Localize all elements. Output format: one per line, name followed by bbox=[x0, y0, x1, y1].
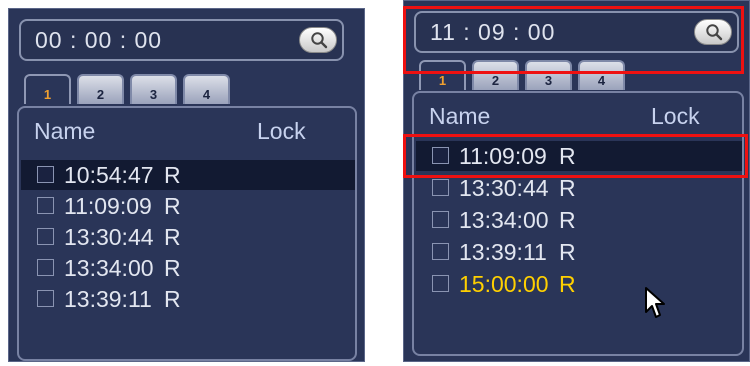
row-lock: R bbox=[559, 175, 576, 201]
row-time: 13:34:00 bbox=[64, 255, 154, 281]
list-item[interactable]: 15:00:00 R bbox=[416, 269, 742, 299]
time-input[interactable]: 00 : 00 : 00 bbox=[35, 27, 162, 54]
row-lock: R bbox=[559, 239, 576, 265]
search-button[interactable] bbox=[299, 27, 337, 53]
row-time: 15:00:00 bbox=[459, 271, 549, 297]
row-checkbox[interactable] bbox=[37, 259, 54, 276]
row-lock: R bbox=[559, 271, 576, 297]
mouse-pointer-icon bbox=[645, 287, 665, 318]
list-item[interactable]: 13:34:00 R bbox=[21, 253, 355, 283]
row-checkbox[interactable] bbox=[432, 179, 449, 196]
row-checkbox[interactable] bbox=[37, 197, 54, 214]
annotation-highlight-time bbox=[403, 6, 744, 74]
row-time: 11:09:09 bbox=[64, 193, 152, 219]
column-name-header: Name bbox=[429, 103, 491, 129]
annotation-highlight-row bbox=[403, 134, 748, 178]
tab-2[interactable]: 2 bbox=[77, 74, 124, 104]
list-header: Name Lock bbox=[414, 103, 742, 133]
row-time: 10:54:47 bbox=[64, 162, 154, 188]
list-item[interactable]: 13:34:00 R bbox=[416, 205, 742, 235]
row-time: 13:39:11 bbox=[459, 239, 547, 265]
file-list[interactable]: Name Lock 10:54:47 R 11:09:09 R 13:30:44… bbox=[17, 106, 357, 361]
tab-3[interactable]: 3 bbox=[130, 74, 177, 104]
list-item[interactable]: 13:30:44 R bbox=[21, 222, 355, 252]
search-icon bbox=[311, 32, 328, 49]
tab-4[interactable]: 4 bbox=[183, 74, 230, 104]
time-search-field[interactable]: 00 : 00 : 00 bbox=[19, 19, 344, 61]
row-lock: R bbox=[559, 207, 576, 233]
row-checkbox[interactable] bbox=[37, 290, 54, 307]
row-lock: R bbox=[164, 255, 181, 281]
list-item[interactable]: 13:39:11 R bbox=[416, 237, 742, 267]
column-lock-header: Lock bbox=[257, 118, 306, 144]
row-time: 13:39:11 bbox=[64, 286, 152, 312]
row-time: 13:30:44 bbox=[64, 224, 154, 250]
row-lock: R bbox=[164, 193, 181, 219]
row-checkbox[interactable] bbox=[37, 228, 54, 245]
row-lock: R bbox=[164, 162, 181, 188]
column-lock-header: Lock bbox=[651, 103, 700, 129]
row-checkbox[interactable] bbox=[37, 166, 54, 183]
row-checkbox[interactable] bbox=[432, 211, 449, 228]
list-item[interactable]: 13:39:11 R bbox=[21, 284, 355, 314]
row-time: 13:30:44 bbox=[459, 175, 549, 201]
row-lock: R bbox=[164, 224, 181, 250]
list-item[interactable]: 10:54:47 R bbox=[21, 160, 355, 190]
column-name-header: Name bbox=[34, 118, 96, 144]
row-time: 13:34:00 bbox=[459, 207, 549, 233]
row-lock: R bbox=[164, 286, 181, 312]
list-header: Name Lock bbox=[19, 118, 355, 148]
row-checkbox[interactable] bbox=[432, 243, 449, 260]
row-checkbox[interactable] bbox=[432, 275, 449, 292]
file-list[interactable]: Name Lock 11:09:09 R 13:30:44 R 13:34:00… bbox=[412, 91, 744, 356]
tab-1[interactable]: 1 bbox=[24, 74, 71, 104]
list-item[interactable]: 11:09:09 R bbox=[21, 191, 355, 221]
left-file-panel: 00 : 00 : 00 1 2 3 4 Name Lock 10:54:47 … bbox=[8, 8, 365, 362]
